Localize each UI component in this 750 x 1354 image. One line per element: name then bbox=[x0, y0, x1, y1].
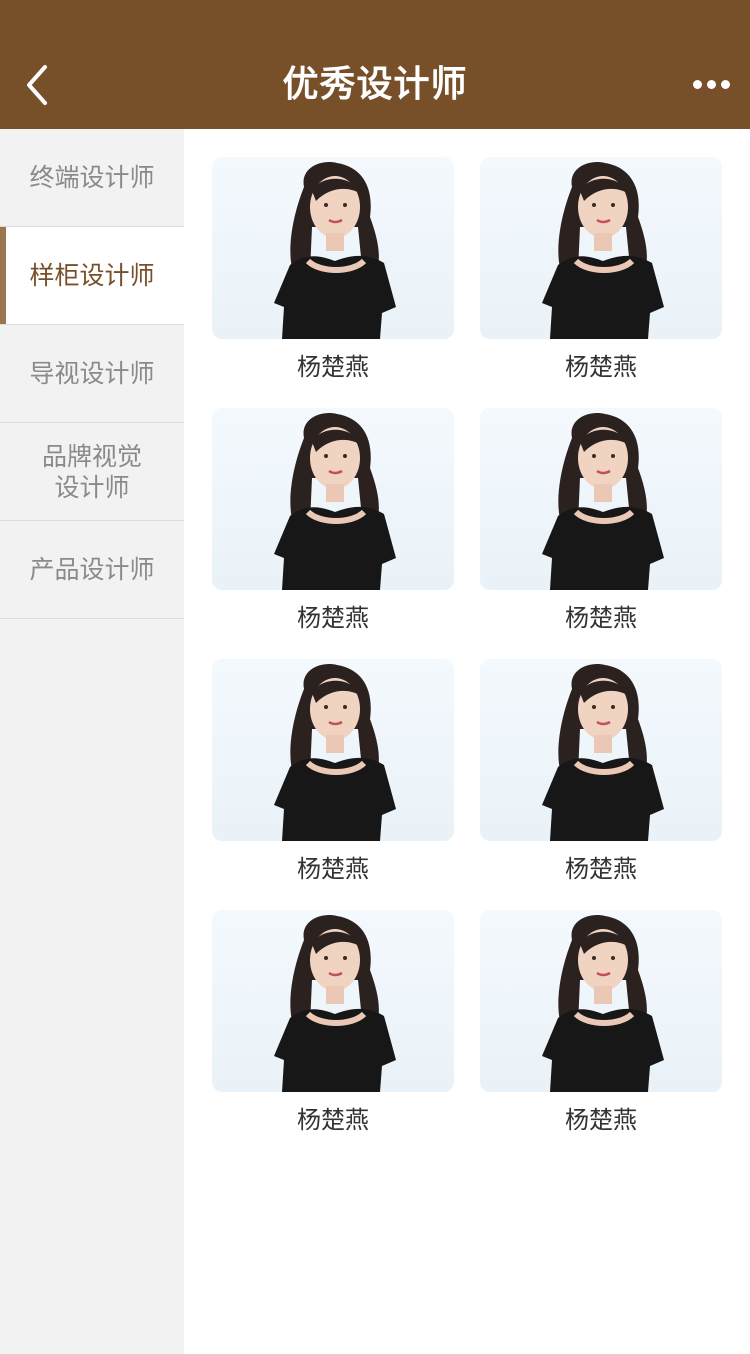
more-dot bbox=[720, 79, 730, 89]
designer-photo bbox=[212, 659, 454, 841]
sidebar-item-terminal-designer[interactable]: 终端设计师 bbox=[0, 129, 184, 227]
designer-name: 杨楚燕 bbox=[565, 604, 637, 632]
designer-name: 杨楚燕 bbox=[297, 855, 369, 883]
designer-card[interactable]: 杨楚燕 bbox=[212, 659, 454, 889]
designer-name: 杨楚燕 bbox=[297, 1106, 369, 1134]
designer-name: 杨楚燕 bbox=[565, 1106, 637, 1134]
designer-photo bbox=[480, 157, 722, 339]
designer-card[interactable]: 杨楚燕 bbox=[480, 157, 722, 387]
designer-grid: 杨楚燕 杨楚燕 杨楚燕 杨楚燕 杨楚燕 杨楚燕 杨楚燕 杨楚燕 bbox=[184, 129, 750, 1354]
more-dots-icon bbox=[692, 79, 702, 89]
designer-name: 杨楚燕 bbox=[297, 604, 369, 632]
designer-card[interactable]: 杨楚燕 bbox=[480, 408, 722, 638]
designer-card[interactable]: 杨楚燕 bbox=[480, 910, 722, 1140]
designer-photo bbox=[480, 659, 722, 841]
more-button[interactable] bbox=[686, 64, 736, 104]
designer-photo bbox=[212, 408, 454, 590]
designer-photo bbox=[480, 408, 722, 590]
designer-name: 杨楚燕 bbox=[297, 353, 369, 381]
sidebar-item-cabinet-designer[interactable]: 样柜设计师 bbox=[0, 227, 184, 325]
designer-photo bbox=[212, 910, 454, 1092]
designer-card[interactable]: 杨楚燕 bbox=[212, 910, 454, 1140]
more-dot bbox=[706, 79, 716, 89]
page-title: 优秀设计师 bbox=[282, 64, 468, 105]
sidebar-item-signage-designer[interactable]: 导视设计师 bbox=[0, 325, 184, 423]
designer-name: 杨楚燕 bbox=[565, 353, 637, 381]
designer-card[interactable]: 杨楚燕 bbox=[212, 408, 454, 638]
sidebar-item-brand-visual-designer[interactable]: 品牌视觉 设计师 bbox=[0, 423, 184, 521]
top-navigation-bar: 优秀设计师 bbox=[0, 0, 750, 129]
sidebar-item-product-designer[interactable]: 产品设计师 bbox=[0, 521, 184, 619]
designer-card[interactable]: 杨楚燕 bbox=[480, 659, 722, 889]
designer-photo bbox=[480, 910, 722, 1092]
designer-photo bbox=[212, 157, 454, 339]
category-sidebar: 终端设计师 样柜设计师 导视设计师 品牌视觉 设计师 产品设计师 bbox=[0, 129, 184, 1354]
designer-card[interactable]: 杨楚燕 bbox=[212, 157, 454, 387]
designer-name: 杨楚燕 bbox=[565, 855, 637, 883]
